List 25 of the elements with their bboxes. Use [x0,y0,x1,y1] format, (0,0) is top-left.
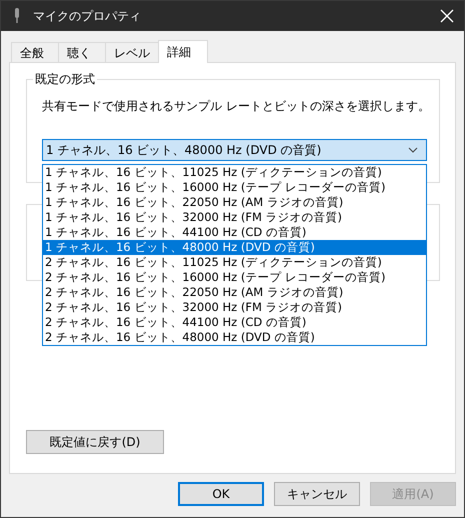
dropdown-option[interactable]: 2 チャネル、16 ビット、22050 Hz (AM ラジオの音質) [43,285,426,300]
dropdown-option[interactable]: 1 チャネル、16 ビット、16000 Hz (テープ レコーダーの音質) [43,180,426,195]
dialog-button[interactable]: OK [178,482,264,506]
tab[interactable]: 詳細 [158,40,208,63]
dropdown-option[interactable]: 1 チャネル、16 ビット、44100 Hz (CD の音質) [43,225,426,240]
dropdown-option[interactable]: 2 チャネル、16 ビット、48000 Hz (DVD の音質) [43,330,426,345]
dropdown-option[interactable]: 2 チャネル、16 ビット、32000 Hz (FM ラジオの音質) [43,300,426,315]
format-dropdown[interactable]: 1 チャネル、16 ビット、48000 Hz (DVD の音質) [42,139,427,161]
close-icon[interactable] [440,9,454,23]
tab[interactable]: 聴く [58,42,106,62]
chevron-icon [408,147,418,153]
microphone-icon [13,8,21,24]
dropdown-option[interactable]: 1 チャネル、16 ビット、48000 Hz (DVD の音質) [43,240,426,255]
dropdown-option[interactable]: 1 チャネル、16 ビット、22050 Hz (AM ラジオの音質) [43,195,426,210]
reset-button[interactable]: 既定値に戻す(D) [26,430,164,454]
group-title: 既定の形式 [33,71,97,88]
window-title: マイクのプロパティ [33,8,142,24]
tab[interactable]: 全般 [11,42,59,62]
dropdown-option[interactable]: 1 チャネル、16 ビット、32000 Hz (FM ラジオの音質) [43,210,426,225]
dropdown-option[interactable]: 2 チャネル、16 ビット、16000 Hz (テープ レコーダーの音質) [43,270,426,285]
dialog-button[interactable]: キャンセル [274,482,360,506]
description-text: 共有モードで使用されるサンプル レートとビットの深さを選択します。 [42,98,427,115]
dropdown-option[interactable]: 2 チャネル、16 ビット、11025 Hz (ディクテーションの音質) [43,255,426,270]
dropdown-option[interactable]: 2 チャネル、16 ビット、44100 Hz (CD の音質) [43,315,426,330]
dropdown-option[interactable]: 1 チャネル、16 ビット、11025 Hz (ディクテーションの音質) [43,165,426,180]
